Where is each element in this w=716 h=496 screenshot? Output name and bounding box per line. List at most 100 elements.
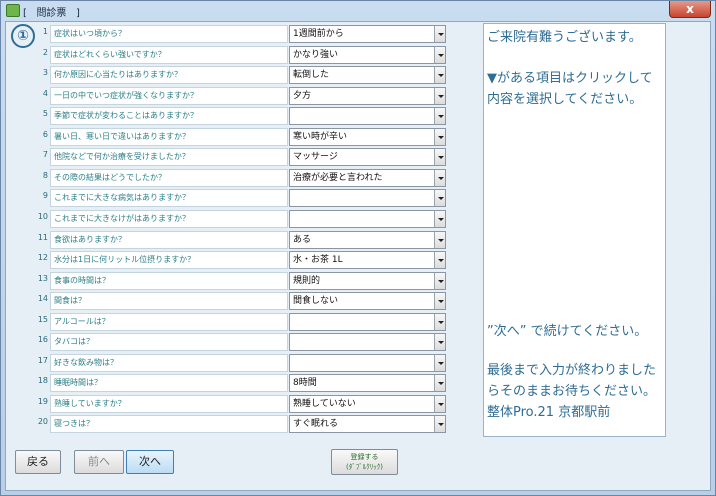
answer-value: 8時間: [293, 378, 317, 389]
question-number: 18: [37, 376, 48, 386]
answer-dropdown[interactable]: [289, 312, 446, 331]
app-window: [ 問診票 ] x ① 1 症状はいつ頃から？ 1週間前から 2 症状はどれくらい強いで…: [0, 0, 716, 496]
instruction-text-2: 内容を選択してください。: [487, 92, 643, 107]
question-number: 2: [42, 47, 48, 57]
question-row: 4 一日の中でいつ症状が強くなりますか？ 夕方: [6, 86, 466, 106]
question-number: 13: [37, 273, 48, 283]
dropdown-arrow-icon[interactable]: [434, 416, 445, 433]
question-row: 11 食欲はありますか？ ある: [6, 230, 466, 250]
dropdown-arrow-icon[interactable]: [434, 375, 445, 392]
answer-value: かなり強い: [293, 49, 339, 60]
question-row: 1 症状はいつ頃から？ 1週間前から: [6, 24, 466, 44]
answer-dropdown[interactable]: すぐ眠れる: [289, 415, 446, 434]
question-label: 症状はどれくらい強いですか？: [50, 45, 288, 64]
question-row: 16 タバコは？: [6, 332, 466, 352]
answer-dropdown[interactable]: [289, 107, 446, 126]
clinic-name: 整体Pro.21 京都駅前: [487, 405, 611, 420]
question-row: 5 季節で症状が変わることはありますか？: [6, 106, 466, 126]
answer-dropdown[interactable]: 水・お茶 1L: [289, 251, 446, 270]
question-label: 好きな飲み物は？: [50, 353, 288, 372]
question-row: 17 好きな飲み物は？: [6, 353, 466, 373]
register-button[interactable]: 登録する (ﾀﾞﾌﾞﾙｸﾘｯｸ): [331, 449, 398, 475]
answer-value: 規則的: [293, 275, 321, 286]
answer-dropdown[interactable]: ある: [289, 230, 446, 249]
answer-dropdown[interactable]: 転倒した: [289, 66, 446, 85]
question-number: 20: [37, 417, 48, 427]
answer-dropdown[interactable]: [289, 353, 446, 372]
answer-value: 熟睡していない: [293, 398, 356, 409]
dropdown-arrow-icon[interactable]: [434, 231, 445, 248]
question-label: 他院などで何か治療を受けましたか？: [50, 148, 288, 167]
answer-value: 間食しない: [293, 296, 339, 307]
answer-dropdown[interactable]: 間食しない: [289, 292, 446, 311]
close-button[interactable]: x: [669, 1, 711, 18]
answer-dropdown[interactable]: [289, 209, 446, 228]
answer-dropdown[interactable]: 寒い時が辛い: [289, 127, 446, 146]
answer-dropdown[interactable]: 治療が必要と言われた: [289, 168, 446, 187]
register-label: 登録する: [350, 453, 379, 461]
question-row: 9 これまでに大きな病気はありますか？: [6, 188, 466, 208]
answer-dropdown[interactable]: 8時間: [289, 374, 446, 393]
question-label: 季節で症状が変わることはありますか？: [50, 107, 288, 126]
dropdown-arrow-icon[interactable]: [434, 354, 445, 371]
question-row: 7 他院などで何か治療を受けましたか？ マッサージ: [6, 147, 466, 167]
answer-value: 夕方: [293, 90, 312, 101]
answer-dropdown[interactable]: 熟睡していない: [289, 394, 446, 413]
dropdown-arrow-icon[interactable]: [434, 67, 445, 84]
question-label: 睡眠時間は？: [50, 374, 288, 393]
answer-dropdown[interactable]: 1週間前から: [289, 25, 446, 43]
dropdown-arrow-icon[interactable]: [434, 272, 445, 289]
question-label: その際の結果はどうでしたか？: [50, 168, 288, 187]
dropdown-arrow-icon[interactable]: [434, 169, 445, 186]
question-row: 19 熟睡していますか？ 熟睡していない: [6, 394, 466, 414]
instruction-text-1: ▼がある項目はクリックして: [487, 71, 653, 86]
next-button[interactable]: 次へ: [126, 450, 174, 474]
question-label: 間食は？: [50, 292, 288, 311]
dropdown-arrow-icon[interactable]: [434, 210, 445, 227]
question-label: 水分は1日に何リットル位摂りますか？: [50, 251, 288, 270]
dropdown-arrow-icon[interactable]: [434, 87, 445, 104]
question-number: 3: [42, 68, 48, 78]
question-number: 5: [42, 109, 48, 119]
answer-value: 治療が必要と言われた: [293, 172, 383, 183]
questionnaire-form: ① 1 症状はいつ頃から？ 1週間前から 2 症状はどれくらい強いですか？ かなり強い 3 何…: [5, 21, 711, 491]
question-label: 一日の中でいつ症状が強くなりますか？: [50, 86, 288, 105]
answer-value: 水・お茶 1L: [293, 255, 343, 266]
dropdown-arrow-icon[interactable]: [434, 313, 445, 330]
prev-button[interactable]: 前へ: [74, 450, 124, 474]
dropdown-arrow-icon[interactable]: [434, 334, 445, 351]
question-number: 15: [37, 314, 48, 324]
answer-dropdown[interactable]: [289, 333, 446, 352]
dropdown-arrow-icon[interactable]: [434, 128, 445, 145]
question-number: 14: [37, 294, 48, 304]
dropdown-arrow-icon[interactable]: [434, 395, 445, 412]
question-row: 20 寝つきは？ すぐ眠れる: [6, 414, 466, 434]
dropdown-arrow-icon[interactable]: [434, 252, 445, 269]
answer-dropdown[interactable]: 規則的: [289, 271, 446, 290]
question-number: 19: [37, 396, 48, 406]
answer-dropdown[interactable]: 夕方: [289, 86, 446, 105]
question-row: 3 何か原因に心当たりはありますか？ 転倒した: [6, 65, 466, 85]
question-label: これまでに大きなけがはありますか？: [50, 209, 288, 228]
dropdown-arrow-icon[interactable]: [434, 190, 445, 207]
answer-dropdown[interactable]: [289, 189, 446, 208]
question-number: 9: [42, 191, 48, 201]
dropdown-arrow-icon[interactable]: [434, 46, 445, 63]
answer-value: 1週間前から: [293, 29, 344, 39]
dropdown-arrow-icon[interactable]: [434, 293, 445, 310]
dropdown-arrow-icon[interactable]: [434, 108, 445, 125]
question-number: 7: [42, 150, 48, 160]
answer-value: 寒い時が辛い: [293, 131, 348, 142]
question-label: 食欲はありますか？: [50, 230, 288, 249]
question-number: 4: [42, 88, 48, 98]
dropdown-arrow-icon[interactable]: [434, 26, 445, 42]
title-bar[interactable]: [ 問診票 ] x: [1, 1, 715, 21]
answer-dropdown[interactable]: かなり強い: [289, 45, 446, 64]
dropdown-arrow-icon[interactable]: [434, 149, 445, 166]
answer-value: ある: [293, 234, 312, 245]
answer-dropdown[interactable]: マッサージ: [289, 148, 446, 167]
question-label: アルコールは？: [50, 312, 288, 331]
question-number: 12: [37, 253, 48, 263]
back-button[interactable]: 戻る: [15, 450, 61, 474]
question-row: 12 水分は1日に何リットル位摂りますか？ 水・お茶 1L: [6, 250, 466, 270]
